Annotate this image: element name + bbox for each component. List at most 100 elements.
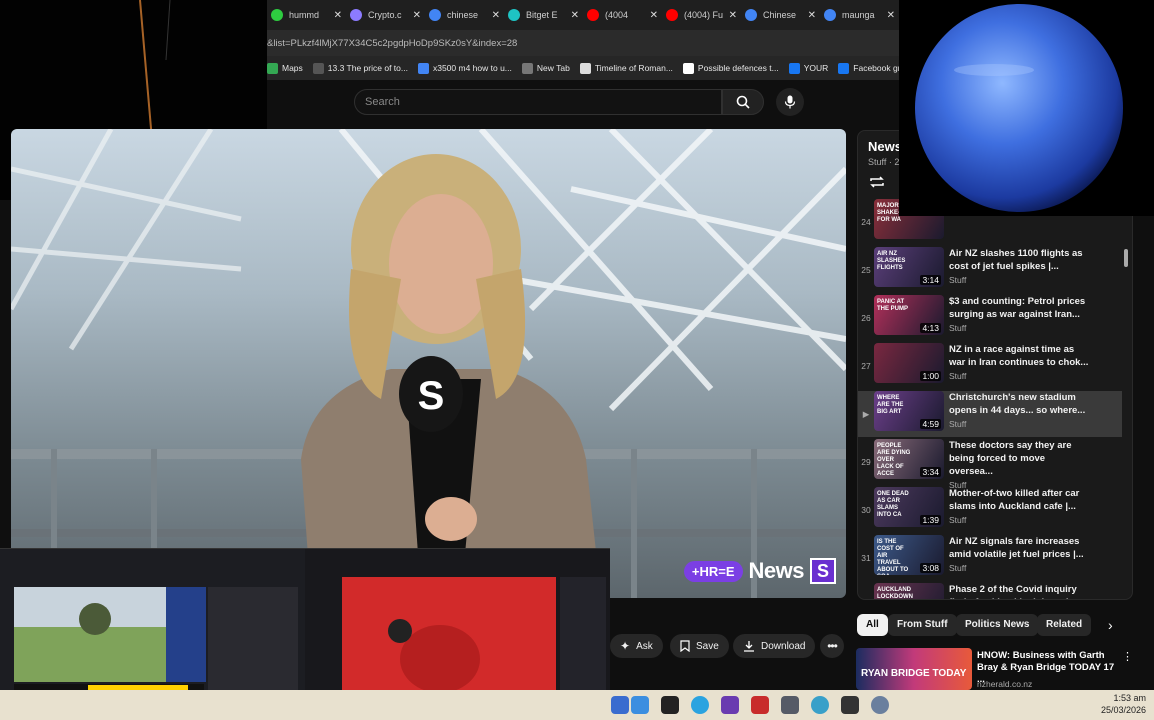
more-vertical-icon[interactable]: ⋮ xyxy=(1122,650,1133,663)
voice-search-button[interactable] xyxy=(776,88,804,116)
browser-tab[interactable]: Crypto.c ✕ xyxy=(346,2,425,28)
bookmark-label: New Tab xyxy=(536,63,570,73)
recommendation-thumbnail[interactable]: RYAN BRIDGE TODAY xyxy=(856,648,972,690)
clock-date: 25/03/2026 xyxy=(1100,705,1146,715)
bookmark-item[interactable]: Possible defences t... xyxy=(682,62,779,74)
channel-watermark: +HR=E News S xyxy=(683,558,836,584)
bookmark-item[interactable]: YOUR xyxy=(788,62,828,74)
duration-badge: 1:00 xyxy=(920,371,941,381)
save-button[interactable]: Save xyxy=(670,634,729,658)
playlist-item-title: Phase 2 of the Covid inquiry finds Auckl… xyxy=(949,584,1082,599)
bookmark-item[interactable]: New Tab xyxy=(521,62,570,74)
playlist-item[interactable]: 27 1:00 NZ in a race against time as war i… xyxy=(858,343,1122,389)
bookmark-favicon-icon xyxy=(838,62,850,74)
playlist-item[interactable]: 29 PEOPLE ARE DYING OVER LACK OF ACCE 3:34… xyxy=(858,439,1122,490)
bookmark-item[interactable]: 13.3 The price of to... xyxy=(312,62,408,74)
ask-button[interactable]: ✦ Ask xyxy=(610,634,663,658)
search-input[interactable]: Search xyxy=(354,89,722,115)
thumbnail-caption: PEOPLE ARE DYING OVER LACK OF ACCE xyxy=(877,443,911,477)
playlist-item-index: 31 xyxy=(861,553,871,563)
tab-close-icon[interactable]: ✕ xyxy=(571,10,579,21)
more-actions-button[interactable]: ••• xyxy=(820,634,844,658)
chip-from-stuff[interactable]: From Stuff xyxy=(888,614,957,636)
browser-tab[interactable]: (4004 ✕ xyxy=(583,2,662,28)
playlist-item[interactable]: 25 AIR NZ SLASHES FLIGHTS 3:14 Air NZ slash… xyxy=(858,247,1122,293)
playlist-item[interactable]: 30 ONE DEAD AS CAR SLAMS INTO CA 1:39 Mothe… xyxy=(858,487,1122,533)
playlist-item[interactable]: ▶ WHERE ARE THE BIG ART 4:59 Christchurch's… xyxy=(858,391,1122,437)
playlist-item[interactable]: 32AUCKLAND LOCKDOWNPhase 2 of the Covid … xyxy=(858,583,1122,600)
bookmark-favicon-icon xyxy=(417,62,429,74)
download-button[interactable]: Download xyxy=(733,634,816,658)
bookmark-favicon-icon xyxy=(312,62,324,74)
bookmark-label: Possible defences t... xyxy=(697,63,779,73)
browser-tab[interactable]: Bitget E ✕ xyxy=(504,2,583,28)
tab-title: chinese xyxy=(447,10,479,20)
browser-tab[interactable]: hummd ✕ xyxy=(267,2,346,28)
app-purple-icon[interactable] xyxy=(721,696,739,714)
tab-favicon-icon xyxy=(350,9,362,21)
tab-close-icon[interactable]: ✕ xyxy=(492,10,500,21)
tab-close-icon[interactable]: ✕ xyxy=(729,10,737,21)
tab-favicon-icon xyxy=(824,9,836,21)
video-player[interactable]: S +HR=E News S xyxy=(11,129,846,598)
tab-title: (4004 xyxy=(605,10,629,20)
thumbnail-caption: AUCKLAND LOCKDOWN xyxy=(877,587,913,600)
playlist-item-index: 29 xyxy=(861,457,871,467)
download-label: Download xyxy=(761,640,806,652)
recommendation-source: nzherald.co.nz xyxy=(977,679,1033,689)
tab-close-icon[interactable]: ✕ xyxy=(650,10,658,21)
search-button[interactable] xyxy=(722,89,764,115)
tab-favicon-icon xyxy=(429,9,441,21)
browser-tab[interactable]: maunga ✕ xyxy=(820,2,899,28)
playlist-scrollbar[interactable] xyxy=(1124,249,1128,267)
globe-icon[interactable] xyxy=(811,696,829,714)
browser-tab[interactable]: Chinese ✕ xyxy=(741,2,820,28)
tab-title: maunga xyxy=(842,10,875,20)
bookmark-item[interactable]: Timeline of Roman... xyxy=(579,62,673,74)
playlist-item[interactable]: 26 PANIC AT THE PUMP 4:13 $3 and counting: … xyxy=(858,295,1122,341)
bookmark-item[interactable]: Facebook green xyxy=(838,62,899,74)
mic-flag-logo: S xyxy=(418,374,445,418)
video-frame: S xyxy=(11,129,846,598)
playlist-item-thumbnail: PEOPLE ARE DYING OVER LACK OF ACCE 3:34 xyxy=(874,439,944,479)
tab-close-icon[interactable]: ✕ xyxy=(887,10,895,21)
telegram-icon[interactable] xyxy=(691,696,709,714)
bookmark-item[interactable]: Maps xyxy=(267,62,303,74)
app-icon[interactable] xyxy=(611,696,629,714)
thumbnail-caption: ONE DEAD AS CAR SLAMS INTO CA xyxy=(877,491,909,518)
taskbar-clock[interactable]: 1:53 am 25/03/2026 xyxy=(1101,692,1146,716)
tab-close-icon[interactable]: ✕ xyxy=(334,10,342,21)
store-icon[interactable] xyxy=(631,696,649,714)
browser-tab[interactable]: (4004) Fu ✕ xyxy=(662,2,741,28)
chip-politics-news[interactable]: Politics News xyxy=(956,614,1039,636)
rec-thumb-text: RYAN BRIDGE TODAY xyxy=(861,668,967,679)
playlist-item-title: Mother-of-two killed after car slams int… xyxy=(949,488,1080,512)
playlist-item-channel: Stuff xyxy=(949,371,967,381)
playlist-item-title: $3 and counting: Petrol prices surging a… xyxy=(949,296,1086,320)
search-placeholder: Search xyxy=(365,96,400,108)
app-dark-icon[interactable] xyxy=(661,696,679,714)
playlist-item-thumbnail: ONE DEAD AS CAR SLAMS INTO CA 1:39 xyxy=(874,487,944,527)
bookmark-item[interactable]: x3500 m4 how to u... xyxy=(417,62,512,74)
playlist-item-thumbnail: AUCKLAND LOCKDOWN xyxy=(874,583,944,600)
shield-icon[interactable] xyxy=(841,696,859,714)
address-bar[interactable]: &list=PLkzf4lMjX77X34C5c2pgdpHoDp9SKz0sY… xyxy=(267,30,899,56)
browser-tab[interactable]: chinese ✕ xyxy=(425,2,504,28)
gamepad-icon[interactable] xyxy=(781,696,799,714)
playlist-item-thumbnail: PANIC AT THE PUMP 4:13 xyxy=(874,295,944,335)
tab-close-icon[interactable]: ✕ xyxy=(413,10,421,21)
playlist-item-thumbnail: 1:00 xyxy=(874,343,944,383)
thumbnail-windows xyxy=(0,549,610,712)
tab-close-icon[interactable]: ✕ xyxy=(808,10,816,21)
settings-gear-icon[interactable] xyxy=(871,696,889,714)
bookmark-label: Timeline of Roman... xyxy=(594,63,673,73)
chevron-right-icon[interactable]: › xyxy=(1108,617,1113,633)
chip-related[interactable]: Related xyxy=(1037,614,1092,636)
chip-all[interactable]: All xyxy=(857,614,888,636)
app-red-icon[interactable] xyxy=(751,696,769,714)
browser-tab-strip: hummd ✕ Crypto.c ✕ chinese ✕ Bitget E ✕ (4004 ✕ (4… xyxy=(267,0,899,30)
loop-icon[interactable] xyxy=(868,175,886,189)
bookmark-favicon-icon xyxy=(521,62,533,74)
tab-favicon-icon xyxy=(587,9,599,21)
playlist-item[interactable]: 31IS THE COST OF AIR TRAVEL ABOUT TO SOA… xyxy=(858,535,1122,581)
